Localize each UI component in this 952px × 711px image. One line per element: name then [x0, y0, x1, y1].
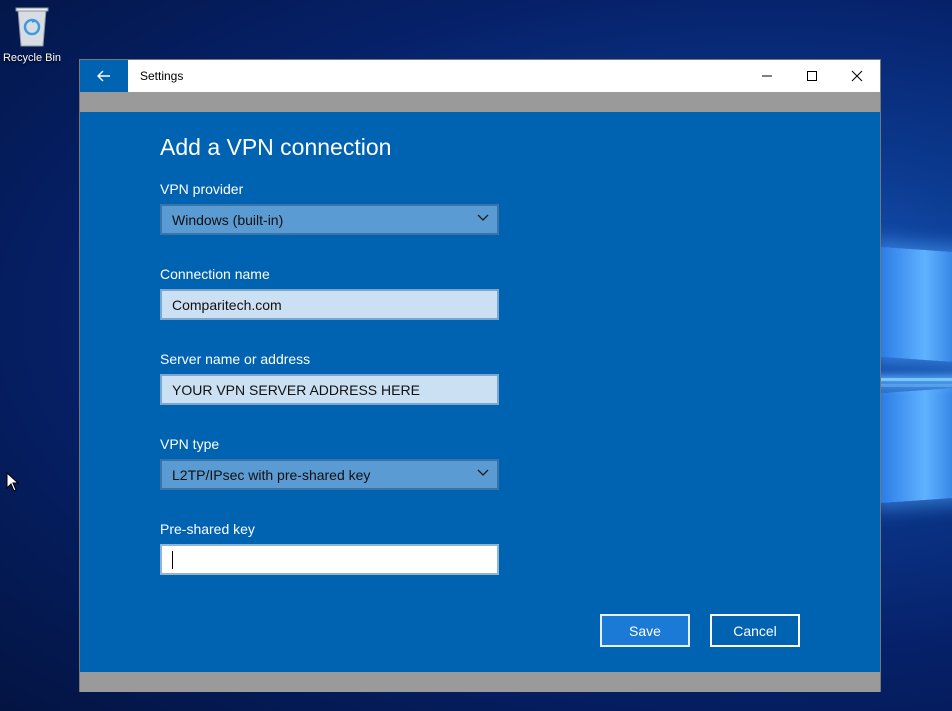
text-caret [172, 550, 173, 569]
maximize-icon [807, 71, 817, 81]
vpn-provider-label: VPN provider [160, 181, 244, 197]
close-button[interactable] [834, 60, 880, 92]
minimize-button[interactable] [744, 60, 790, 92]
recycle-bin-icon [15, 7, 49, 47]
maximize-button[interactable] [789, 60, 835, 92]
title-bar: Settings [80, 60, 880, 92]
connection-name-input[interactable]: Comparitech.com [160, 289, 499, 320]
connection-name-label: Connection name [160, 266, 270, 282]
chevron-down-icon [477, 214, 489, 221]
close-icon [851, 70, 863, 82]
chevron-down-icon [477, 469, 489, 476]
server-address-input[interactable]: YOUR VPN SERVER ADDRESS HERE [160, 374, 499, 405]
cancel-button[interactable]: Cancel [710, 614, 800, 647]
vpn-type-value: L2TP/IPsec with pre-shared key [172, 466, 371, 483]
vpn-type-label: VPN type [160, 436, 220, 452]
minimize-icon [762, 75, 772, 77]
recycle-bin-label: Recycle Bin [2, 52, 62, 64]
vpn-provider-value: Windows (built-in) [172, 211, 284, 228]
back-button[interactable] [80, 60, 128, 92]
mouse-pointer-icon [6, 472, 20, 492]
header-strip [80, 92, 880, 112]
vpn-provider-dropdown[interactable]: Windows (built-in) [160, 204, 499, 235]
connection-name-value: Comparitech.com [172, 296, 282, 313]
back-arrow-icon [97, 70, 110, 82]
server-address-value: YOUR VPN SERVER ADDRESS HERE [172, 381, 420, 398]
vpn-type-dropdown[interactable]: L2TP/IPsec with pre-shared key [160, 459, 499, 490]
window-title: Settings [140, 69, 184, 83]
server-address-label: Server name or address [160, 351, 311, 367]
page-title: Add a VPN connection [160, 134, 392, 160]
footer-strip [80, 672, 880, 692]
recycle-bin-shortcut[interactable]: Recycle Bin [0, 2, 64, 64]
save-button[interactable]: Save [600, 614, 690, 647]
pre-shared-key-input[interactable] [160, 544, 499, 575]
pre-shared-key-label: Pre-shared key [160, 521, 255, 537]
settings-window: Settings Add a VPN connection VPN provid… [79, 59, 881, 692]
